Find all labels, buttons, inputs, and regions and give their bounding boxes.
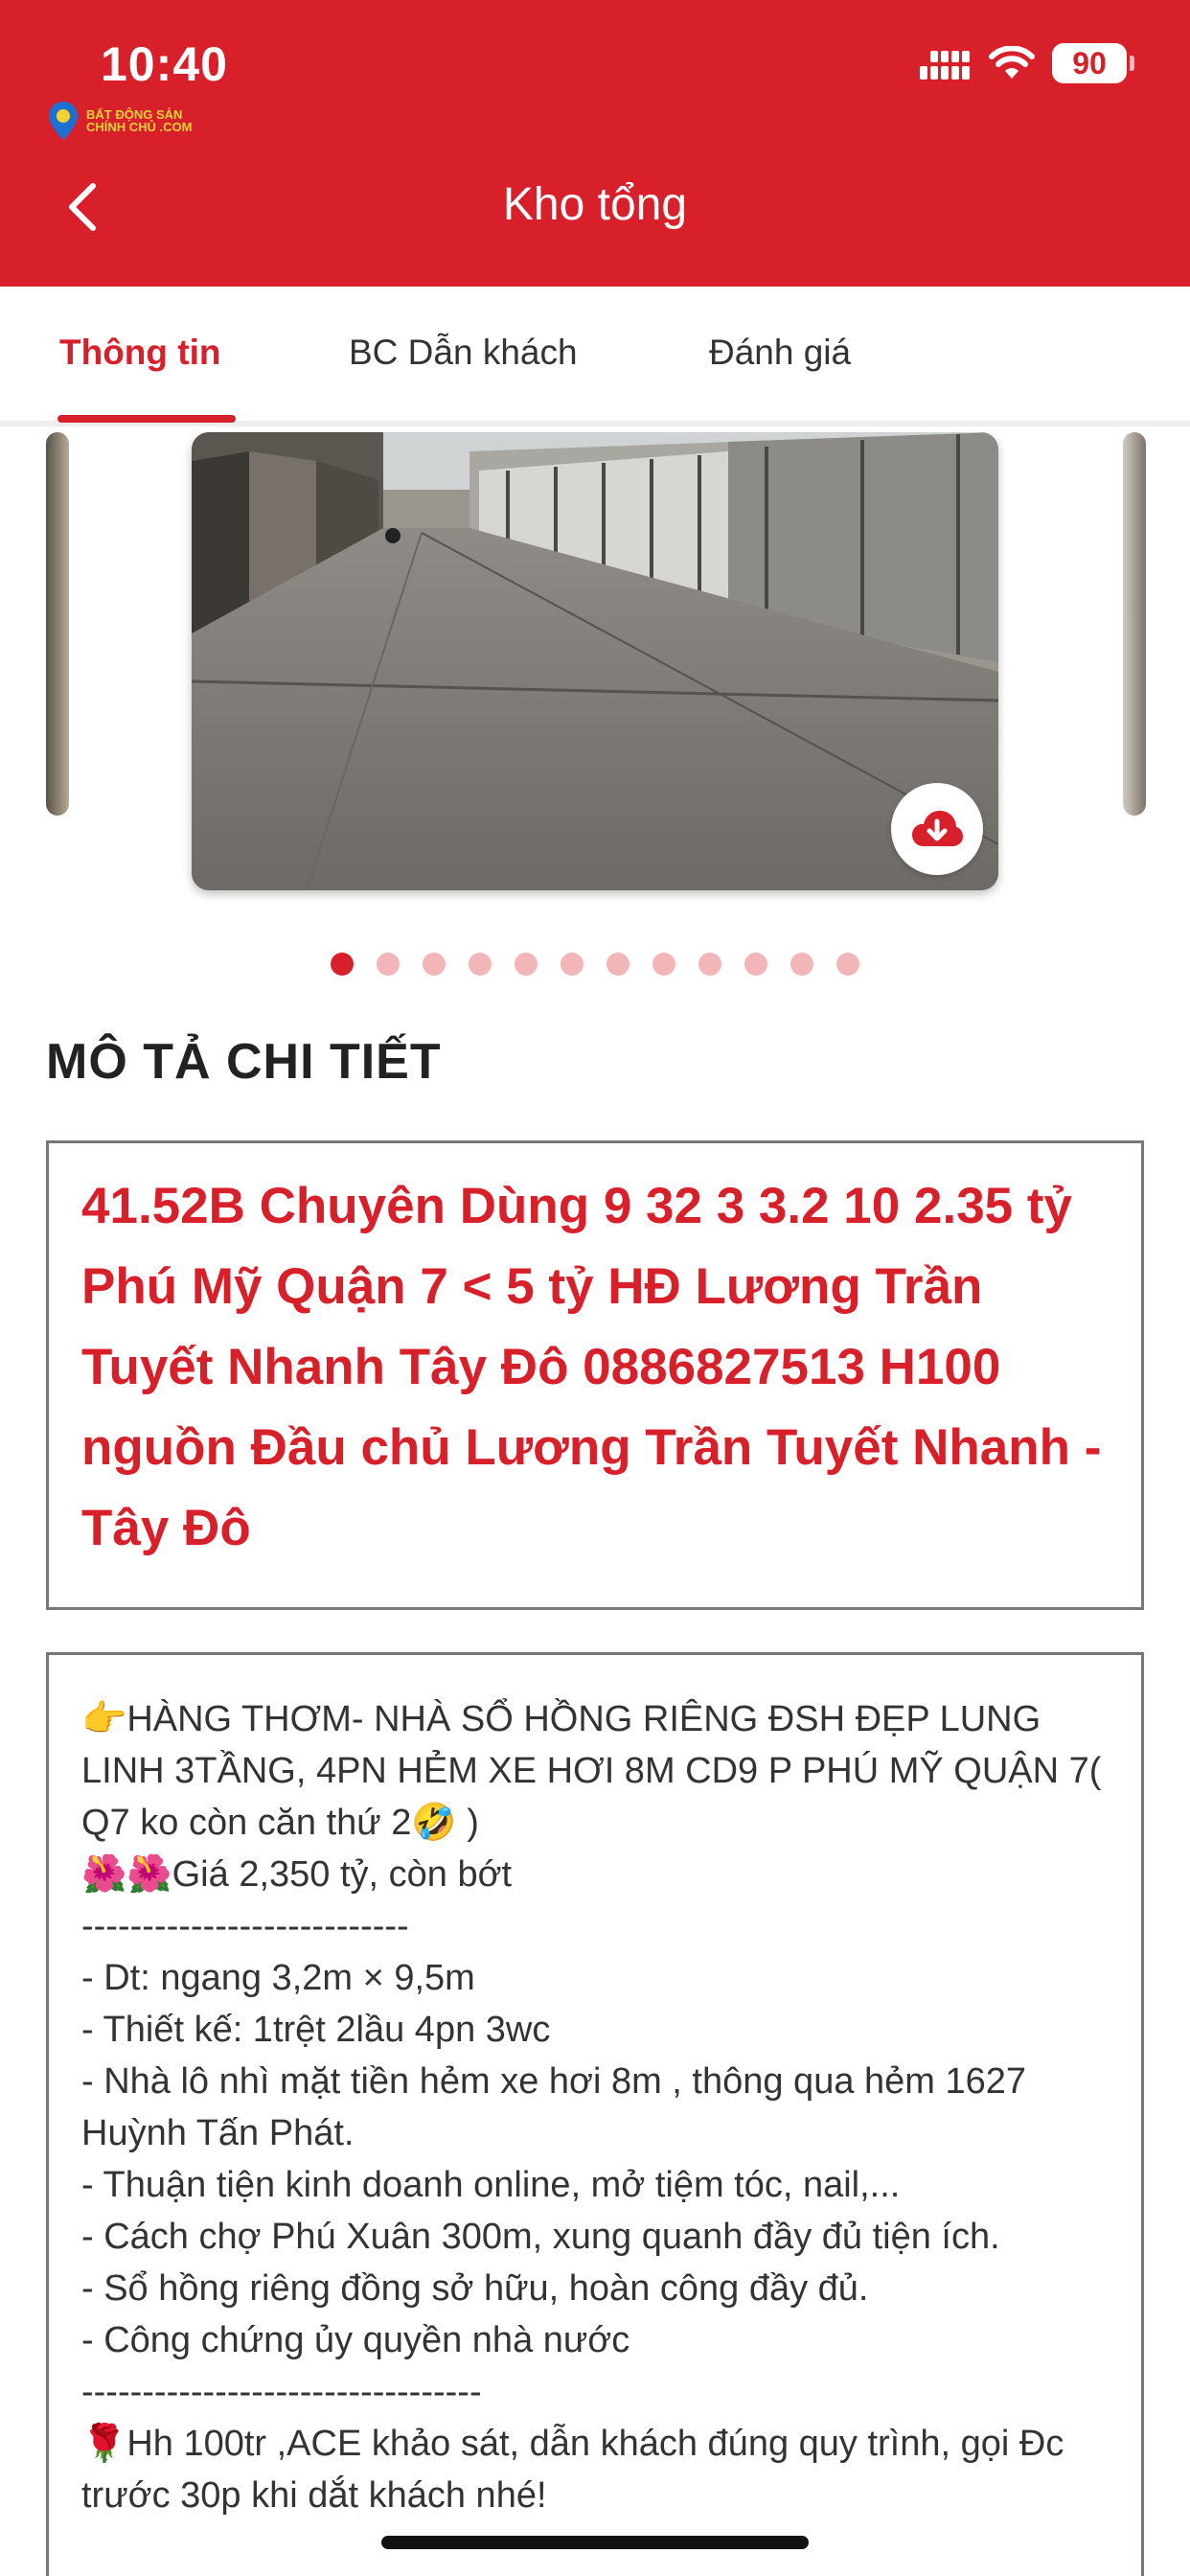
- wifi-icon: [989, 46, 1035, 79]
- download-button[interactable]: [891, 783, 983, 875]
- pagination-dot[interactable]: [515, 953, 538, 976]
- description-line: - Thuận tiện kinh doanh online, mở tiệm …: [81, 2165, 901, 2205]
- listing-title: 41.52B Chuyên Dùng 9 32 3 3.2 10 2.35 tỷ…: [81, 1178, 1102, 1556]
- description-line: ---------------------------------: [81, 2372, 482, 2412]
- street-photo-illustration: [192, 432, 998, 890]
- pagination-dot[interactable]: [561, 953, 584, 976]
- pagination-dot[interactable]: [652, 953, 675, 976]
- tab-danh-gia[interactable]: Đánh giá: [709, 333, 851, 373]
- pagination-dot[interactable]: [836, 953, 859, 976]
- carousel-next-image[interactable]: [1123, 432, 1146, 816]
- description-line: - Sổ hồng riêng đồng sở hữu, hoàn công đ…: [81, 2268, 869, 2309]
- pagination-dot[interactable]: [331, 953, 354, 976]
- pagination-dot[interactable]: [469, 953, 492, 976]
- description-line: 🌺🌺Giá 2,350 tỷ, còn bớt: [81, 1854, 513, 1895]
- description-line: ---------------------------: [81, 1906, 409, 1946]
- cloud-download-icon: [912, 811, 963, 846]
- image-carousel[interactable]: [0, 432, 1190, 911]
- tab-thong-tin[interactable]: Thông tin: [59, 333, 221, 373]
- pagination-dot[interactable]: [744, 953, 767, 976]
- description-line: 👉HÀNG THƠM- NHÀ SỔ HỒNG RIÊNG ĐSH ĐẸP LU…: [81, 1699, 1111, 1843]
- logo-line-2: CHÍNH CHỦ .COM: [86, 120, 193, 134]
- section-title: MÔ TẢ CHI TIẾT: [46, 1034, 442, 1090]
- pagination-dot[interactable]: [790, 953, 813, 976]
- description-line: - Cách chợ Phú Xuân 300m, xung quanh đầy…: [81, 2217, 1000, 2257]
- carousel-pagination: [0, 953, 1190, 976]
- description-line: - Công chứng ủy quyền nhà nước: [81, 2320, 630, 2360]
- pagination-dot[interactable]: [698, 953, 721, 976]
- description-line: - Thiết kế: 1trệt 2lầu 4pn 3wc: [81, 2010, 551, 2050]
- listing-description-box: 👉HÀNG THƠM- NHÀ SỔ HỒNG RIÊNG ĐSH ĐẸP LU…: [46, 1652, 1144, 2576]
- app-logo: BẤT ĐỘNG SẢN CHÍNH CHỦ .COM: [46, 100, 193, 142]
- status-icons: 90: [920, 42, 1134, 84]
- pagination-dot[interactable]: [377, 953, 400, 976]
- tab-bc-dan-khach[interactable]: BC Dẫn khách: [349, 333, 578, 373]
- tab-active-indicator: [57, 415, 236, 423]
- home-indicator[interactable]: [381, 2536, 809, 2549]
- pagination-dot[interactable]: [606, 953, 629, 976]
- description-line: - Nhà lô nhì mặt tiền hẻm xe hơi 8m , th…: [81, 2061, 1037, 2153]
- status-time: 10:40: [101, 37, 228, 91]
- property-photo[interactable]: [192, 432, 998, 890]
- signal-icon: [920, 51, 970, 80]
- carousel-prev-image[interactable]: [46, 432, 69, 816]
- tab-bar: Thông tin BC Dẫn khách Đánh giá: [0, 287, 1190, 426]
- page-title: Kho tổng: [502, 179, 688, 230]
- pagination-dot[interactable]: [423, 953, 446, 976]
- location-pin-icon: [49, 102, 78, 140]
- listing-title-box: 41.52B Chuyên Dùng 9 32 3 3.2 10 2.35 tỷ…: [46, 1140, 1144, 1610]
- battery-indicator: 90: [1052, 43, 1134, 83]
- description-line: 🌹Hh 100tr ,ACE khảo sát, dẫn khách đúng …: [81, 2424, 1074, 2516]
- description-line: - Dt: ngang 3,2m × 9,5m: [81, 1958, 475, 1998]
- app-header: 10:40 90 BẤT ĐỘNG SẢN CHÍNH CHỦ .COM Kho…: [0, 0, 1190, 287]
